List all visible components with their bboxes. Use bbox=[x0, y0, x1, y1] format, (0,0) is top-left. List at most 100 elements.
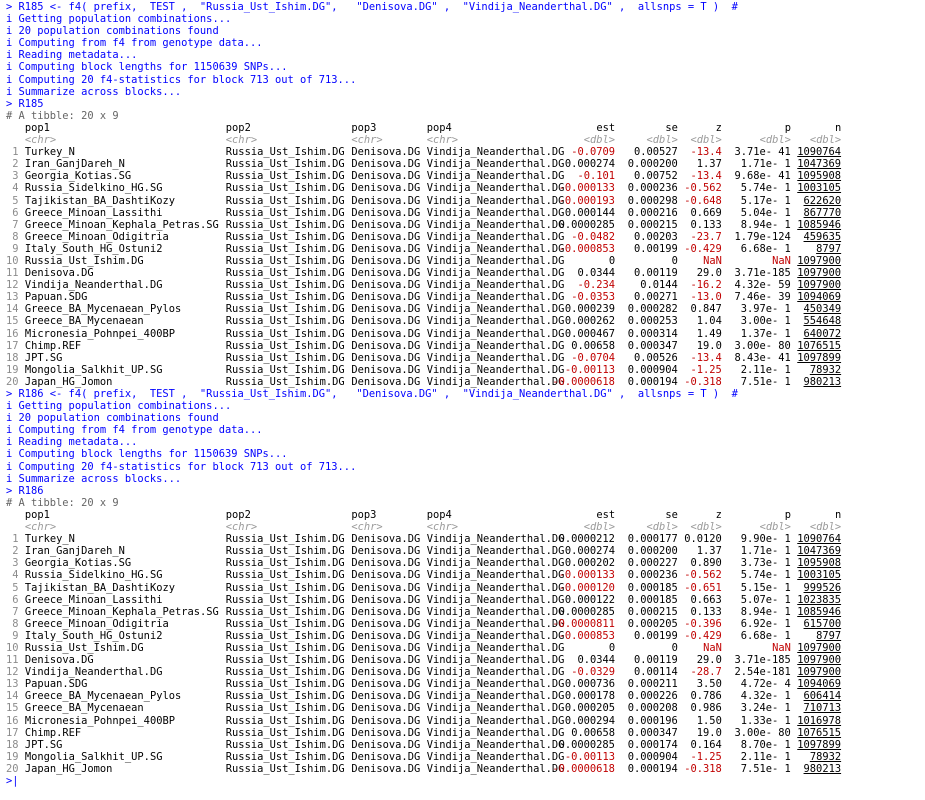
se-cell: 0.0144 bbox=[640, 279, 678, 292]
table-row: 16 Micronesia_Pohnpei_400BP Russia_Ust_Ish… bbox=[6, 715, 925, 727]
pop2-cell: Russia_Ust_Ishim.DG bbox=[225, 206, 345, 219]
row-number: 10 bbox=[6, 641, 19, 654]
pop1-cell: Japan_HG_Jomon bbox=[24, 762, 113, 775]
se-cell: 0.000314 bbox=[627, 327, 678, 340]
pop4-cell: Vindija_Neanderthal.DG bbox=[426, 146, 565, 159]
pop3-cell: Denisova.DG bbox=[351, 762, 421, 775]
column-header-row: pop1 pop2 pop3 pop4 est se z p n bbox=[6, 122, 925, 134]
pop4-cell: Vindija_Neanderthal.DG bbox=[426, 617, 565, 630]
r-console[interactable]: > R185 <- f4( prefix, TEST , "Russia_Ust… bbox=[0, 0, 925, 800]
message-line: i Computing from f4 from genotype data..… bbox=[6, 37, 925, 49]
pop1-cell: Vindija_Neanderthal.DG bbox=[24, 279, 163, 292]
table-row: 13 Papuan.SDG Russia_Ust_Ishim.DG Denisova.… bbox=[6, 291, 925, 303]
n-cell: 78932 bbox=[809, 363, 842, 376]
z-cell: -0.429 bbox=[684, 629, 722, 642]
p-cell: 3.71e-185 bbox=[734, 267, 791, 280]
pop2-cell: Russia_Ust_Ishim.DG bbox=[225, 291, 345, 304]
table-row: 10 Russia_Ust_Ishim.DG Russia_Ust_Ishim.DG… bbox=[6, 255, 925, 267]
command-line: > R186 <- f4( prefix, TEST , "Russia_Ust… bbox=[6, 388, 925, 400]
n-cell: 1085946 bbox=[797, 605, 842, 618]
pop2-cell: Russia_Ust_Ishim.DG bbox=[225, 726, 345, 739]
pop2-cell: Russia_Ust_Ishim.DG bbox=[225, 690, 345, 703]
row-number: 8 bbox=[12, 617, 19, 630]
se-cell: 0.00119 bbox=[634, 654, 678, 667]
p-cell: 5.04e- 1 bbox=[740, 206, 791, 219]
command-text[interactable]: R186 bbox=[19, 485, 44, 497]
se-cell: 0.000196 bbox=[627, 714, 678, 727]
pop3-cell: Denisova.DG bbox=[351, 533, 421, 546]
pop4-cell: Vindija_Neanderthal.DG bbox=[426, 170, 565, 183]
n-cell: 1095908 bbox=[797, 170, 842, 183]
se-cell: 0.000194 bbox=[627, 375, 678, 388]
row-number: 19 bbox=[6, 363, 19, 376]
pop2-cell: Russia_Ust_Ishim.DG bbox=[225, 303, 345, 316]
se-cell: 0.000211 bbox=[627, 678, 678, 691]
pop2-cell: Russia_Ust_Ishim.DG bbox=[225, 750, 345, 763]
pop1-cell: Greece_Minoan_Kephala_Petras.SG bbox=[24, 605, 219, 618]
pop2-cell: Russia_Ust_Ishim.DG bbox=[225, 242, 345, 255]
n-cell: 1097899 bbox=[797, 738, 842, 751]
row-number: 14 bbox=[6, 690, 19, 703]
p-cell: 5.17e- 1 bbox=[740, 194, 791, 207]
est-cell: -0.00113 bbox=[564, 750, 615, 763]
pop3-cell: Denisova.DG bbox=[351, 641, 421, 654]
command-text[interactable]: R185 bbox=[19, 98, 44, 110]
column-header: est bbox=[596, 508, 616, 521]
tibble-dimensions: # A tibble: 20 x 9 bbox=[6, 109, 119, 122]
pop1-cell: Georgia_Kotias.SG bbox=[24, 170, 132, 183]
pop3-cell: Denisova.DG bbox=[351, 170, 421, 183]
table-row: 8 Greece_Minoan_Odigitria Russia_Ust_Ishim… bbox=[6, 618, 925, 630]
info-message: i Computing from f4 from genotype data..… bbox=[6, 37, 263, 50]
column-header: n bbox=[834, 121, 842, 134]
se-cell: 0.000226 bbox=[627, 690, 678, 703]
pop2-cell: Russia_Ust_Ishim.DG bbox=[225, 629, 345, 642]
column-type: <dbl> bbox=[646, 521, 678, 534]
table-row: 1 Turkey_N Russia_Ust_Ishim.DG Denisova.DG V… bbox=[6, 533, 925, 545]
z-cell: 0.0120 bbox=[684, 533, 722, 546]
command-text[interactable]: R186 <- f4( prefix, TEST , "Russia_Ust_I… bbox=[19, 388, 738, 400]
n-cell: 1047369 bbox=[797, 545, 842, 558]
command-text[interactable]: R185 <- f4( prefix, TEST , "Russia_Ust_I… bbox=[19, 1, 738, 13]
pop2-cell: Russia_Ust_Ishim.DG bbox=[225, 230, 345, 243]
message-line: i Computing block lengths for 1150639 SN… bbox=[6, 61, 925, 73]
z-cell: -0.648 bbox=[684, 194, 722, 207]
est-cell: 0.000274 bbox=[564, 545, 615, 558]
pop1-cell: Iran_GanjDareh_N bbox=[24, 158, 125, 171]
info-message: i 20 population combinations found bbox=[6, 412, 219, 425]
pop2-cell: Russia_Ust_Ishim.DG bbox=[225, 315, 345, 328]
message-line: i 20 population combinations found bbox=[6, 412, 925, 424]
table-row: 17 Chimp.REF Russia_Ust_Ishim.DG Denisova.D… bbox=[6, 727, 925, 739]
pop1-cell: Papuan.SDG bbox=[24, 291, 88, 304]
p-cell: 3.00e- 80 bbox=[734, 339, 791, 352]
n-cell: 1094069 bbox=[797, 291, 842, 304]
pop3-cell: Denisova.DG bbox=[351, 678, 421, 691]
row-number: 11 bbox=[6, 267, 19, 280]
row-number: 1 bbox=[12, 146, 19, 159]
row-number: 9 bbox=[12, 629, 19, 642]
se-cell: 0.00752 bbox=[634, 170, 678, 183]
info-message: i Computing block lengths for 1150639 SN… bbox=[6, 61, 288, 74]
pop1-cell: Denisova.DG bbox=[24, 267, 94, 280]
z-cell: -1.25 bbox=[690, 750, 722, 763]
row-number: 9 bbox=[12, 242, 19, 255]
pop4-cell: Vindija_Neanderthal.DG bbox=[426, 363, 565, 376]
p-cell: 3.71e- 41 bbox=[734, 146, 791, 159]
row-number: 13 bbox=[6, 291, 19, 304]
pop1-cell: Greece_Minoan_Lassithi bbox=[24, 206, 163, 219]
info-message: i Summarize across blocks... bbox=[6, 472, 182, 485]
command-line: > R185 bbox=[6, 98, 925, 110]
pop1-cell: Greece_BA_Mycenaean_Pylos bbox=[24, 690, 182, 703]
row-number: 3 bbox=[12, 170, 19, 183]
table-row: 13 Papuan.SDG Russia_Ust_Ishim.DG Denisova.… bbox=[6, 678, 925, 690]
z-cell: -0.318 bbox=[684, 375, 722, 388]
column-type: <chr> bbox=[225, 521, 258, 534]
se-cell: 0.000227 bbox=[627, 557, 678, 570]
est-cell: 0 bbox=[608, 254, 616, 267]
se-cell: 0.000236 bbox=[627, 182, 678, 195]
se-cell: 0.000253 bbox=[627, 315, 678, 328]
p-cell: 6.92e- 1 bbox=[740, 617, 791, 630]
n-cell: 554648 bbox=[803, 315, 842, 328]
row-number: 18 bbox=[6, 738, 19, 751]
se-cell: 0.000298 bbox=[627, 194, 678, 207]
column-header-row: pop1 pop2 pop3 pop4 est se z p n bbox=[6, 509, 925, 521]
